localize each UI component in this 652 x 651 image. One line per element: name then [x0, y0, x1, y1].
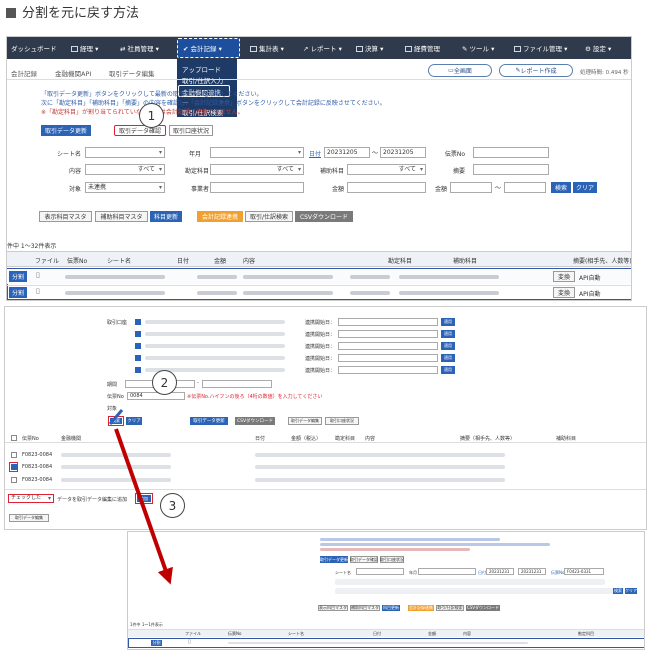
blue-pointer	[108, 409, 124, 425]
step-arrow-overlay	[108, 409, 173, 585]
red-arrow	[114, 428, 173, 585]
